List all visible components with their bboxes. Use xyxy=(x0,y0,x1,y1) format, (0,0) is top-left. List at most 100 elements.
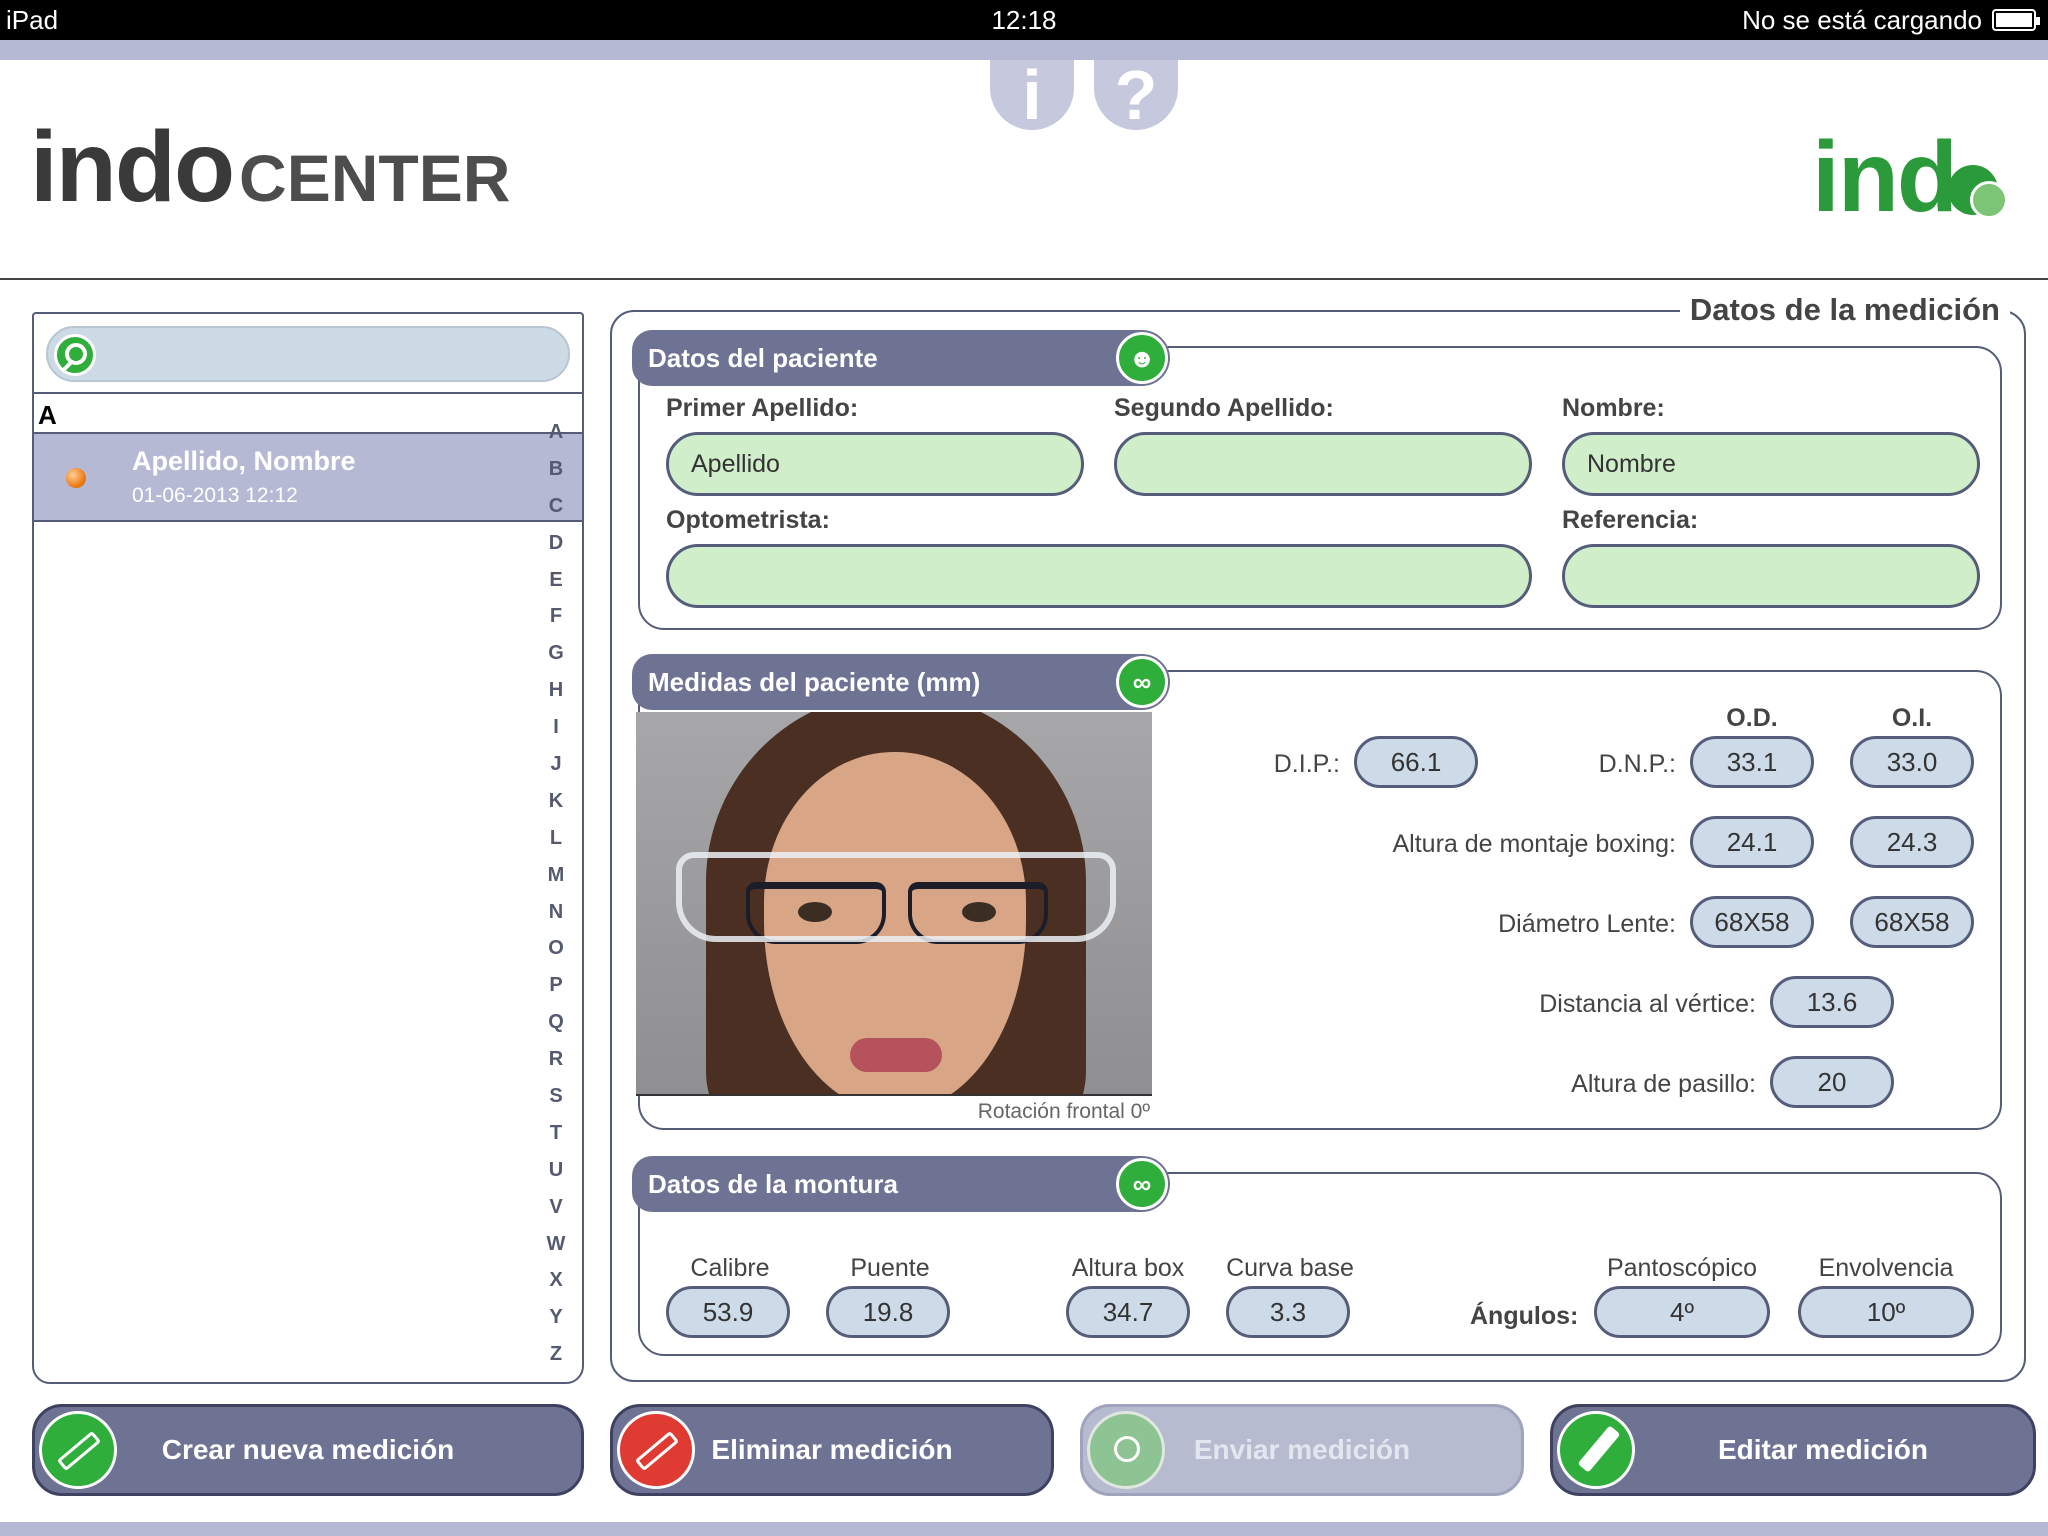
pantoscopico-label: Pantoscópico xyxy=(1606,1254,1758,1282)
patient-data-tab: Datos del paciente ☻ xyxy=(632,330,1170,386)
index-letter[interactable]: U xyxy=(544,1152,568,1189)
status-dot-icon xyxy=(66,468,86,488)
index-letter[interactable]: E xyxy=(544,562,568,599)
glasses-icon: ∞ xyxy=(1116,656,1168,708)
envolvencia-value: 10º xyxy=(1798,1286,1974,1338)
edit-measurement-button[interactable]: Editar medición xyxy=(1550,1404,2036,1496)
patient-photo xyxy=(636,712,1152,1096)
index-letter[interactable]: K xyxy=(544,783,568,820)
index-letter[interactable]: P xyxy=(544,967,568,1004)
index-letter[interactable]: B xyxy=(544,451,568,488)
referencia-label: Referencia: xyxy=(1562,506,1699,534)
dip-value: 66.1 xyxy=(1354,736,1478,788)
ruler-delete-icon xyxy=(617,1411,695,1489)
section-header-a: A xyxy=(34,396,582,434)
clock: 12:18 xyxy=(991,5,1057,35)
index-letter[interactable]: A xyxy=(544,414,568,451)
nombre-label: Nombre: xyxy=(1562,394,1665,422)
altura-box-label: Altura box xyxy=(1071,1254,1185,1282)
panel-title: Datos de la medición xyxy=(1679,292,2010,328)
measurements-tab: Medidas del paciente (mm) ∞ xyxy=(632,654,1170,710)
optometrista-field[interactable] xyxy=(666,544,1532,608)
photo-caption: Rotación frontal 0º xyxy=(977,1100,1150,1123)
index-letter[interactable]: N xyxy=(544,894,568,931)
index-letter[interactable]: X xyxy=(544,1262,568,1299)
list-item[interactable]: Apellido, Nombre 01-06-2013 12:12 xyxy=(34,434,582,522)
index-letter[interactable]: G xyxy=(544,635,568,672)
altura-box-value: 34.7 xyxy=(1066,1286,1190,1338)
od-header: O.D. xyxy=(1726,704,1778,732)
index-letter[interactable]: Z xyxy=(544,1336,568,1373)
index-letter[interactable]: H xyxy=(544,672,568,709)
primer-apellido-field[interactable]: Apellido xyxy=(666,432,1084,496)
index-letter[interactable]: T xyxy=(544,1115,568,1152)
index-letter[interactable]: R xyxy=(544,1041,568,1078)
angulos-label: Ángulos: xyxy=(1470,1302,1579,1330)
patient-name: Apellido, Nombre xyxy=(132,446,356,476)
search-icon[interactable] xyxy=(54,334,96,376)
glasses-outline-icon: ∞ xyxy=(1116,1158,1168,1210)
index-letter[interactable]: Y xyxy=(544,1299,568,1336)
vertice-value: 13.6 xyxy=(1770,976,1894,1028)
frame-data-tab: Datos de la montura ∞ xyxy=(632,1156,1170,1212)
person-icon: ☻ xyxy=(1116,332,1168,384)
index-letter[interactable]: J xyxy=(544,746,568,783)
pencil-icon xyxy=(1557,1411,1635,1489)
antenna-icon xyxy=(1087,1411,1165,1489)
diametro-label: Diámetro Lente: xyxy=(1498,910,1676,938)
index-letter[interactable]: F xyxy=(544,598,568,635)
dnp-label: D.N.P.: xyxy=(1598,750,1676,778)
delete-measurement-button[interactable]: Eliminar medición xyxy=(610,1404,1054,1496)
index-letter[interactable]: I xyxy=(544,709,568,746)
optometrista-label: Optometrista: xyxy=(666,506,830,534)
primer-apellido-label: Primer Apellido: xyxy=(666,394,859,422)
dip-label: D.I.P.: xyxy=(1273,750,1340,778)
diametro-oi-value: 68X58 xyxy=(1850,896,1974,948)
index-letter[interactable]: Q xyxy=(544,1004,568,1041)
curva-base-value: 3.3 xyxy=(1226,1286,1350,1338)
puente-value: 19.8 xyxy=(826,1286,950,1338)
index-letter[interactable]: W xyxy=(544,1226,568,1263)
help-button[interactable]: ? xyxy=(1094,60,1178,130)
pasillo-value: 20 xyxy=(1770,1056,1894,1108)
indocenter-logo: indoCENTER xyxy=(30,111,511,223)
battery-icon xyxy=(1992,9,2040,31)
referencia-field[interactable] xyxy=(1562,544,1980,608)
pantoscopico-value: 4º xyxy=(1594,1286,1770,1338)
status-bar: iPad 12:18 No se está cargando xyxy=(0,0,2048,40)
segundo-apellido-label: Segundo Apellido: xyxy=(1114,394,1334,422)
dnp-od-value: 33.1 xyxy=(1690,736,1814,788)
index-letter[interactable]: S xyxy=(544,1078,568,1115)
patient-list-panel: A Apellido, Nombre 01-06-2013 12:12 A B … xyxy=(32,312,584,1384)
altura-oi-value: 24.3 xyxy=(1850,816,1974,868)
index-letter[interactable]: O xyxy=(544,930,568,967)
segundo-apellido-field[interactable] xyxy=(1114,432,1532,496)
search-input[interactable] xyxy=(46,326,570,382)
oi-header: O.I. xyxy=(1891,704,1933,732)
info-button[interactable]: i xyxy=(990,60,1074,130)
app-header: indoCENTER i ? ind xyxy=(0,60,2048,280)
patient-date: 01-06-2013 12:12 xyxy=(132,484,298,507)
index-letter[interactable]: V xyxy=(544,1189,568,1226)
puente-label: Puente xyxy=(850,1254,930,1282)
send-measurement-button[interactable]: Enviar medición xyxy=(1080,1404,1524,1496)
curva-base-label: Curva base xyxy=(1226,1254,1354,1282)
vertice-label: Distancia al vértice: xyxy=(1539,990,1756,1018)
search-area xyxy=(34,314,582,394)
altura-od-value: 24.1 xyxy=(1690,816,1814,868)
nombre-field[interactable]: Nombre xyxy=(1562,432,1980,496)
calibre-value: 53.9 xyxy=(666,1286,790,1338)
bottom-strip xyxy=(0,1522,2048,1536)
battery-status: No se está cargando xyxy=(1742,5,1982,35)
altura-boxing-label: Altura de montaje boxing: xyxy=(1392,830,1676,858)
alphabet-index[interactable]: A B C D E F G H I J K L M N O P Q R S T … xyxy=(544,414,568,1373)
pasillo-label: Altura de pasillo: xyxy=(1571,1070,1756,1098)
dnp-oi-value: 33.0 xyxy=(1850,736,1974,788)
ruler-icon xyxy=(39,1411,117,1489)
index-letter[interactable]: C xyxy=(544,488,568,525)
index-letter[interactable]: M xyxy=(544,857,568,894)
index-letter[interactable]: L xyxy=(544,820,568,857)
indo-logo: ind xyxy=(1812,120,2008,235)
index-letter[interactable]: D xyxy=(544,525,568,562)
create-measurement-button[interactable]: Crear nueva medición xyxy=(32,1404,584,1496)
